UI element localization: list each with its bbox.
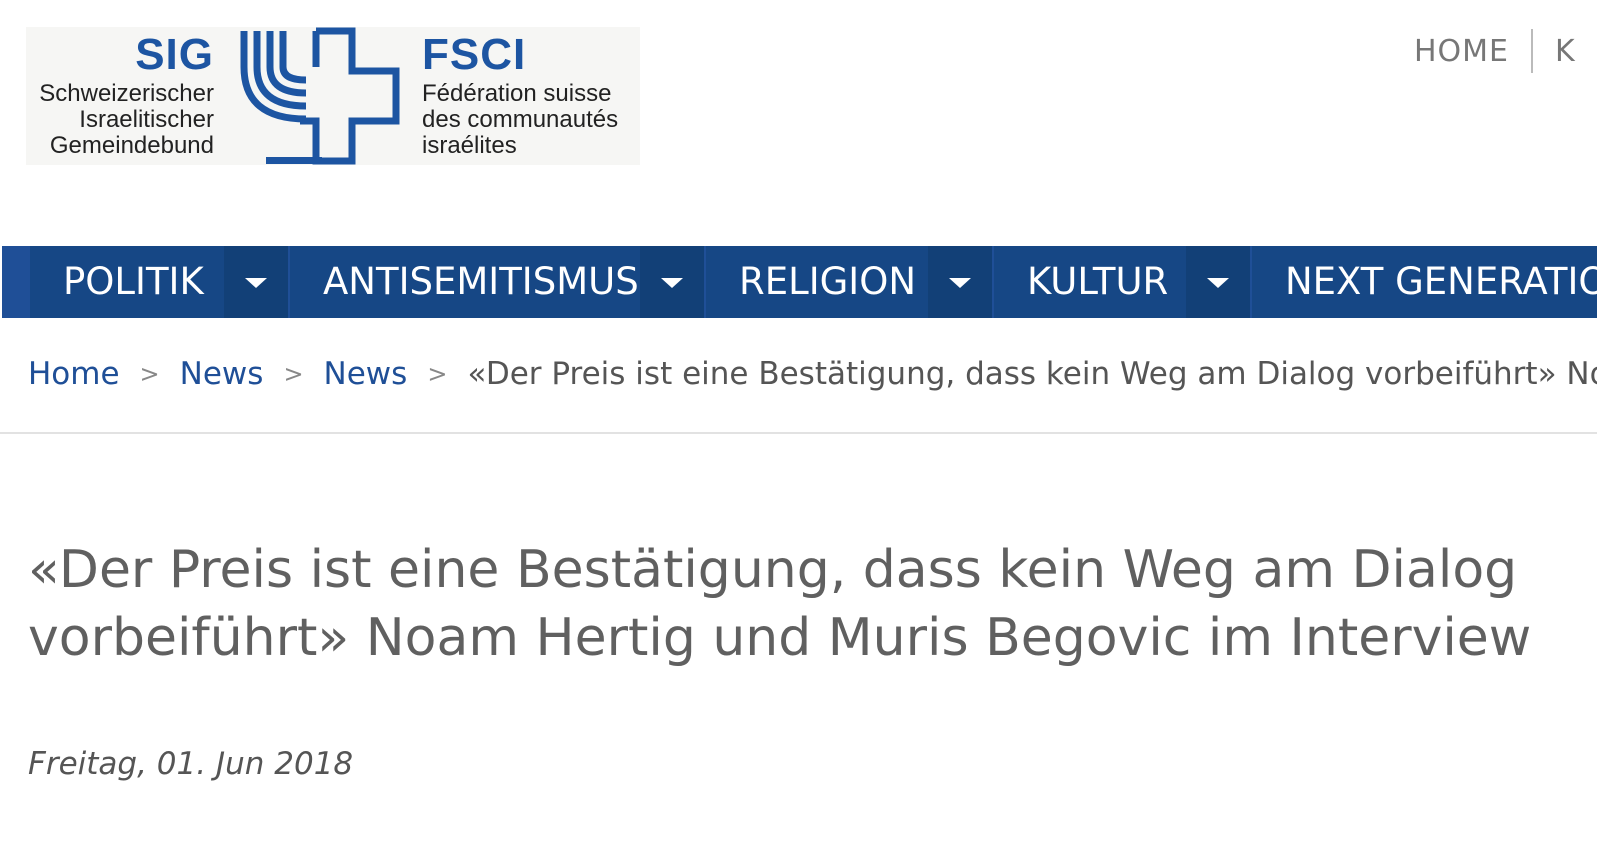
breadcrumb-separator: > [283, 360, 304, 388]
chevron-down-icon [245, 278, 267, 288]
nav-item-kultur[interactable]: KULTUR [994, 246, 1250, 318]
breadcrumb-news-link[interactable]: News [180, 356, 264, 392]
breadcrumb-separator: > [139, 360, 160, 388]
page: SIG Schweizerischer Israelitischer Gemei… [0, 0, 1597, 843]
chevron-down-icon [661, 278, 683, 288]
breadcrumb-home-link[interactable]: Home [28, 356, 120, 392]
nav-item-label: RELIGION [739, 260, 916, 303]
nav-item-politik[interactable]: POLITIK [30, 246, 288, 318]
logo-fsci-line-1: Fédération suisse [422, 80, 612, 107]
nav-item-antisemitismus[interactable]: ANTISEMITISMUS [290, 246, 704, 318]
nav-item-next-generation[interactable]: NEXT GENERATIO [1252, 246, 1597, 318]
logo-fsci-text: FSCI [422, 30, 527, 79]
divider [0, 432, 1597, 434]
nav-item-label: POLITIK [63, 260, 204, 303]
main-nav: POLITIK ANTISEMITISMUS RELIGION KULTUR N… [2, 246, 1597, 318]
article-title: «Der Preis ist eine Bestätigung, dass ke… [28, 540, 1532, 668]
logo-sig-block: SIG Schweizerischer Israelitischer Gemei… [26, 33, 214, 159]
site-logo[interactable]: SIG Schweizerischer Israelitischer Gemei… [26, 27, 640, 165]
nav-item-label: KULTUR [1027, 260, 1169, 303]
breadcrumb-news-link[interactable]: News [324, 356, 408, 392]
breadcrumb-current: «Der Preis ist eine Bestätigung, dass ke… [467, 356, 1597, 392]
chevron-down-icon [1207, 278, 1229, 288]
menorah-cross-emblem-icon [236, 27, 416, 169]
logo-fsci-line-3: israélites [422, 132, 517, 159]
nav-dropdown-toggle[interactable] [640, 246, 704, 318]
nav-dropdown-toggle[interactable] [928, 246, 992, 318]
article-date: Freitag, 01. Jun 2018 [28, 746, 354, 782]
logo-fsci-block: FSCI Fédération suisse des communautés i… [422, 33, 642, 159]
top-nav: HOME K [1414, 28, 1576, 74]
logo-sig-text: SIG [135, 30, 214, 79]
nav-item-label: NEXT GENERATIO [1285, 260, 1597, 303]
top-nav-next-link[interactable]: K [1555, 34, 1576, 69]
nav-item-label: ANTISEMITISMUS [323, 260, 639, 303]
top-nav-divider [1531, 29, 1534, 73]
nav-item-religion[interactable]: RELIGION [706, 246, 992, 318]
nav-dropdown-toggle[interactable] [224, 246, 288, 318]
logo-sig-line-1: Schweizerischer [39, 80, 214, 107]
top-nav-home-link[interactable]: HOME [1414, 34, 1509, 69]
chevron-down-icon [949, 278, 971, 288]
breadcrumb-separator: > [427, 360, 448, 388]
breadcrumb: Home > News > News > «Der Preis ist eine Bestä… [28, 354, 1597, 394]
logo-fsci-line-2: des communautés [422, 106, 619, 133]
nav-dropdown-toggle[interactable] [1186, 246, 1250, 318]
logo-sig-line-3: Gemeindebund [49, 132, 214, 159]
logo-sig-line-2: Israelitischer [79, 106, 214, 133]
